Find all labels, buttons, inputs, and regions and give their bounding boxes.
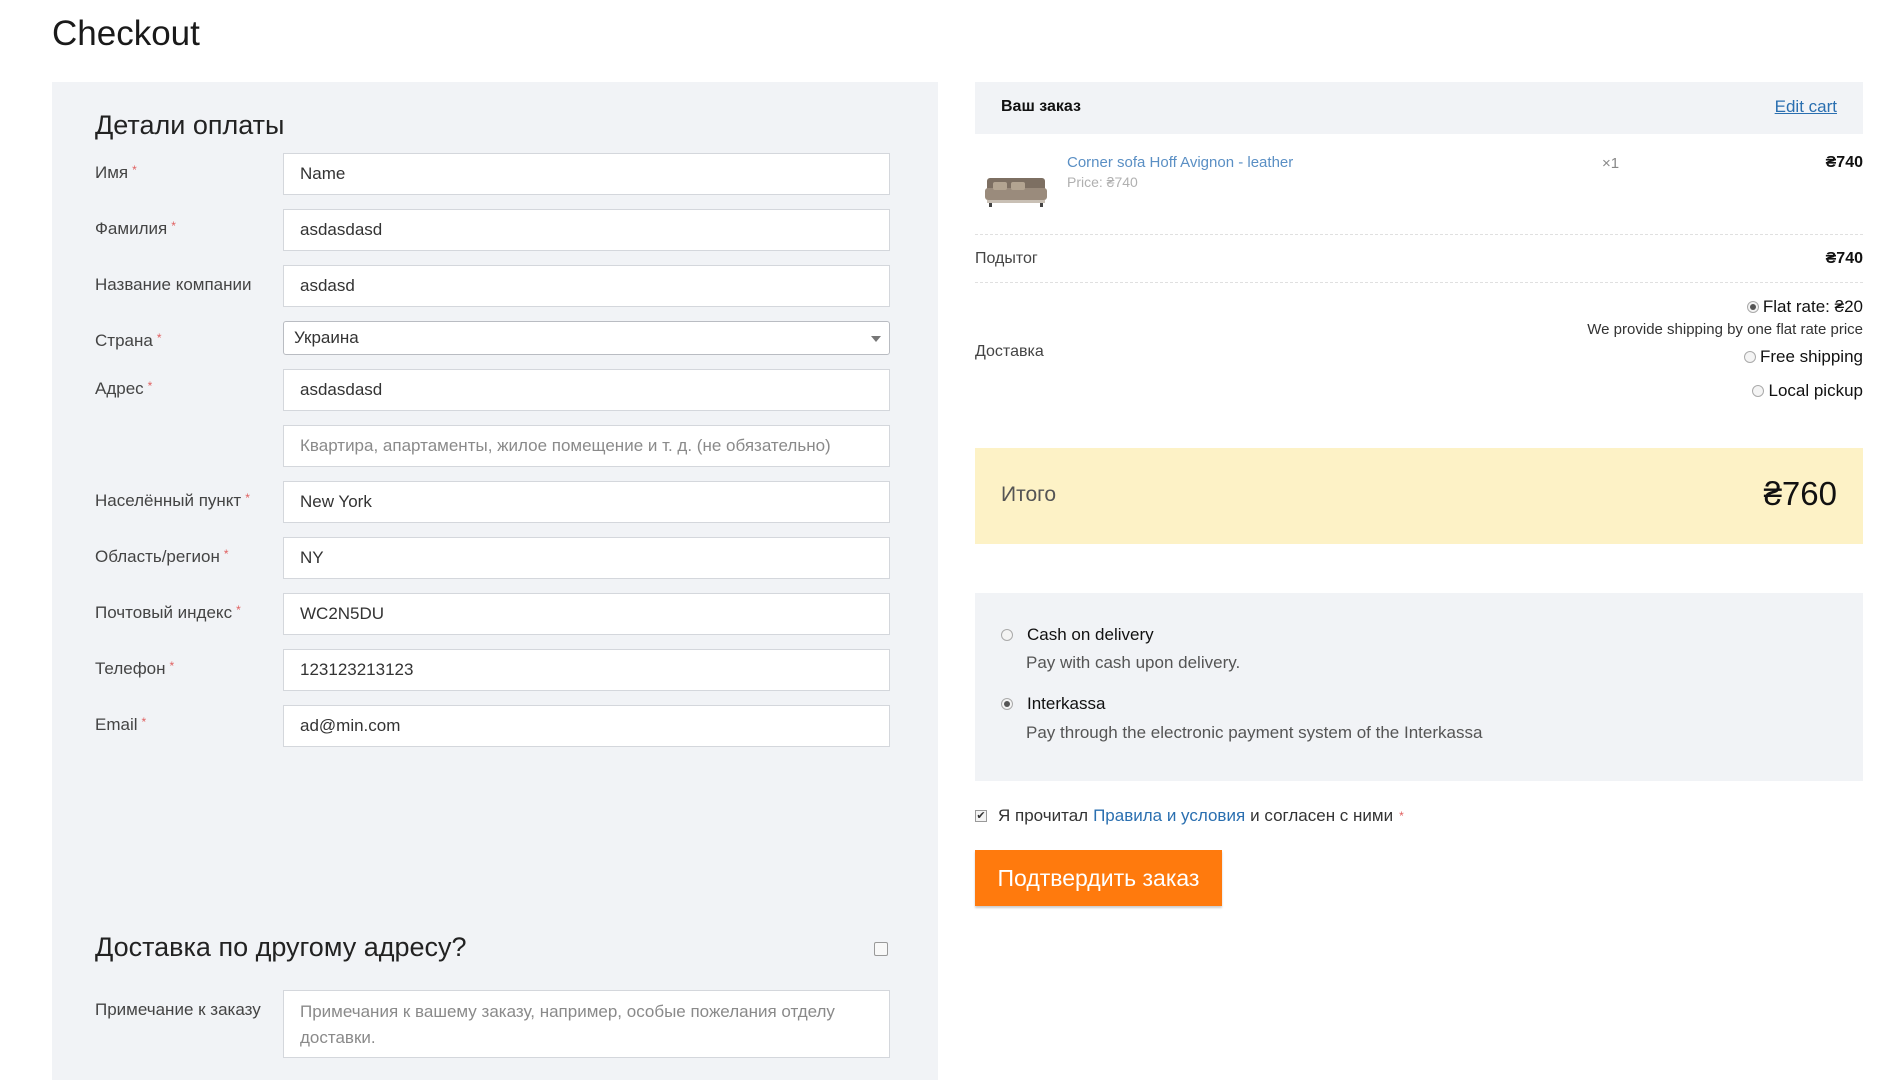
radio-selected-icon[interactable] — [1746, 301, 1759, 313]
cart-item-total: ₴740 — [1825, 154, 1863, 171]
terms-suffix: и согласен с ними — [1250, 806, 1394, 825]
terms-row: ✔ Я прочитал Правила и условия и согласе… — [975, 806, 1404, 826]
last-name-label: Фамилия * — [95, 219, 176, 238]
phone-input[interactable]: 123123213123 — [283, 649, 890, 691]
sofa-thumbnail-icon — [985, 178, 1047, 207]
ship-different-heading: Доставка по другому адресу? — [95, 932, 467, 962]
postcode-input[interactable]: WC2N5DU — [283, 593, 890, 635]
payment-methods-panel: Cash on delivery Pay with cash upon deli… — [975, 593, 1863, 781]
required-mark: * — [171, 219, 176, 233]
payment-option-label: Interkassa — [1027, 694, 1106, 713]
shipping-option-label: Flat rate: ₴20 — [1762, 297, 1863, 316]
postcode-row: Почтовый индекс * WC2N5DU — [95, 593, 898, 637]
phone-row: Телефон * 123123213123 — [95, 649, 898, 693]
address-label: Адрес * — [95, 379, 153, 398]
required-mark: * — [223, 547, 229, 561]
payment-option-description: Pay through the electronic payment syste… — [1026, 723, 1483, 742]
billing-details-panel: Детали оплаты Имя * Name Фамилия * asdasda… — [52, 82, 938, 1080]
required-mark: * — [169, 659, 175, 673]
last-name-row: Фамилия * asdasdasd — [95, 209, 898, 253]
city-input[interactable]: New York — [283, 481, 890, 523]
cart-item-price: Price: ₴740 — [1067, 174, 1138, 190]
subtotal-value: ₴740 — [1825, 250, 1863, 267]
payment-option-cod[interactable]: Cash on delivery — [1001, 625, 1154, 645]
address-input[interactable]: asdasdasd — [283, 369, 890, 411]
order-total-box: Итого ₴760 — [975, 448, 1863, 544]
order-notes-textarea[interactable]: Примечания к вашему заказу, например, ос… — [283, 990, 890, 1058]
radio-icon[interactable] — [1743, 351, 1756, 363]
country-label: Страна * — [95, 331, 162, 350]
country-select[interactable]: Украина — [283, 321, 890, 355]
shipping-option-local-pickup[interactable]: Local pickup — [1752, 381, 1863, 401]
email-row: Email * ad@min.com — [95, 705, 898, 749]
payment-option-label: Cash on delivery — [1027, 625, 1154, 644]
terms-checkbox[interactable]: ✔ — [975, 810, 987, 822]
order-notes-label: Примечание к заказу — [95, 1000, 261, 1019]
edit-cart-link[interactable]: Edit cart — [1775, 97, 1837, 117]
chevron-down-icon — [871, 336, 881, 342]
total-value: ₴760 — [1763, 475, 1837, 512]
first-name-label: Имя * — [95, 163, 137, 182]
company-row: Название компании asdasd — [95, 265, 898, 309]
place-order-button[interactable]: Подтвердить заказ — [975, 850, 1222, 906]
order-heading: Ваш заказ — [1001, 98, 1081, 115]
payment-option-description: Pay with cash upon delivery. — [1026, 653, 1241, 672]
company-label: Название компании — [95, 275, 252, 294]
country-selected-value: Украина — [294, 328, 359, 347]
state-label: Область/регион * — [95, 547, 229, 566]
shipping-section: Доставка Flat rate: ₴20 We provide shipp… — [975, 283, 1863, 413]
required-mark: * — [132, 163, 137, 177]
cart-item-name-link[interactable]: Corner sofa Hoff Avignon - leather — [1067, 154, 1293, 171]
city-label: Населённый пункт * — [95, 491, 250, 510]
postcode-label: Почтовый индекс * — [95, 603, 241, 622]
ship-different-checkbox[interactable] — [874, 942, 888, 956]
last-name-input[interactable]: asdasdasd — [283, 209, 890, 251]
address2-row: Квартира, апартаменты, жилое помещение и… — [95, 425, 898, 469]
first-name-input[interactable]: Name — [283, 153, 890, 195]
shipping-option-label: Free shipping — [1759, 347, 1863, 366]
radio-icon[interactable] — [1752, 385, 1765, 397]
order-notes-row: Примечание к заказу Примечания к вашему … — [95, 990, 898, 1060]
state-row: Область/регион * NY — [95, 537, 898, 581]
email-input[interactable]: ad@min.com — [283, 705, 890, 747]
total-label: Итого — [1001, 483, 1057, 506]
shipping-label: Доставка — [975, 343, 1044, 360]
cart-item-qty: ×1 — [1602, 155, 1620, 172]
country-row: Страна * Украина — [95, 321, 898, 365]
shipping-option-description: We provide shipping by one flat rate pri… — [1587, 321, 1863, 338]
billing-heading: Детали оплаты — [95, 110, 285, 140]
phone-label: Телефон * — [95, 659, 175, 678]
required-mark: * — [236, 603, 241, 617]
radio-selected-icon[interactable] — [1001, 698, 1013, 710]
subtotal-row: Подытог ₴740 — [975, 234, 1863, 283]
shipping-option-label: Local pickup — [1768, 381, 1863, 400]
terms-link[interactable]: Правила и условия — [1093, 806, 1245, 826]
subtotal-label: Подытог — [975, 250, 1038, 267]
first-name-row: Имя * Name — [95, 153, 898, 197]
required-mark: * — [147, 379, 153, 393]
required-mark: * — [156, 331, 162, 345]
payment-option-interkassa[interactable]: Interkassa — [1001, 694, 1105, 714]
email-label: Email * — [95, 715, 147, 734]
terms-prefix: Я прочитал — [998, 806, 1089, 825]
page-title: Checkout — [52, 14, 200, 53]
required-mark: * — [1399, 809, 1404, 823]
order-header: Ваш заказ Edit cart — [975, 82, 1863, 134]
city-row: Населённый пункт * New York — [95, 481, 898, 525]
shipping-option-flat-rate[interactable]: Flat rate: ₴20 — [1746, 297, 1863, 317]
required-mark: * — [141, 715, 147, 729]
cart-item: Corner sofa Hoff Avignon - leather Price… — [975, 134, 1863, 235]
company-input[interactable]: asdasd — [283, 265, 890, 307]
address2-input[interactable]: Квартира, апартаменты, жилое помещение и… — [283, 425, 890, 467]
required-mark: * — [245, 491, 250, 505]
radio-icon[interactable] — [1001, 629, 1013, 641]
address-row: Адрес * asdasdasd — [95, 369, 898, 413]
state-input[interactable]: NY — [283, 537, 890, 579]
shipping-option-free[interactable]: Free shipping — [1743, 347, 1863, 367]
